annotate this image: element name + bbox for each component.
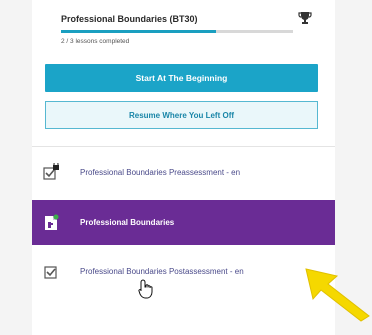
lesson-item-postassessment[interactable]: Professional Boundaries Postassessment -… <box>32 250 335 292</box>
lesson-item-label: Professional Boundaries <box>80 218 175 227</box>
lesson-item-current[interactable]: Professional Boundaries <box>32 200 335 245</box>
course-panel: Professional Boundaries (BT30) 2 / 3 les… <box>32 0 335 335</box>
lesson-item-preassessment[interactable]: Professional Boundaries Preassessment - … <box>32 152 335 192</box>
lessons-completed-text: 2 / 3 lessons completed <box>61 38 130 45</box>
lesson-item-label: Professional Boundaries Postassessment -… <box>80 266 244 276</box>
yellow-arrow-icon <box>305 268 370 322</box>
course-title: Professional Boundaries (BT30) <box>61 14 198 24</box>
document-icon <box>45 214 59 230</box>
course-progress-fill <box>61 30 217 33</box>
divider <box>32 146 335 147</box>
checkbox-lock-icon <box>43 163 59 180</box>
start-at-beginning-button[interactable]: Start At The Beginning <box>45 64 318 92</box>
trophy-icon <box>298 12 312 24</box>
checkbox-icon <box>44 266 57 279</box>
course-progress-bar <box>61 30 293 33</box>
resume-button[interactable]: Resume Where You Left Off <box>45 101 318 129</box>
hand-cursor-icon <box>138 279 153 299</box>
lesson-item-label: Professional Boundaries Preassessment - … <box>80 167 241 177</box>
